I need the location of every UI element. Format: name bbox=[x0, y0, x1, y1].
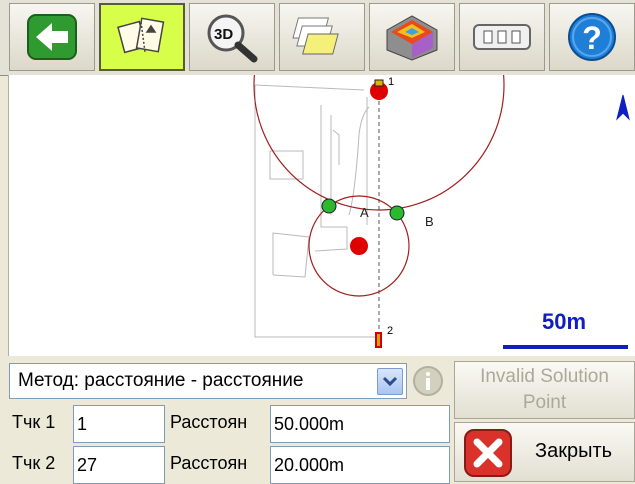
invalid-solution-label: Invalid Solution Point bbox=[480, 366, 609, 413]
solution-a-marker[interactable] bbox=[321, 198, 337, 214]
map-canvas[interactable]: 1 2 A B 50m bbox=[9, 75, 635, 356]
point2-field[interactable]: 27 bbox=[73, 446, 165, 484]
invalid-solution-button[interactable]: Invalid Solution Point bbox=[454, 361, 635, 419]
3d-label: 3D bbox=[214, 26, 233, 43]
point-2-marker[interactable] bbox=[375, 332, 382, 348]
point-2-label: 2 bbox=[387, 325, 393, 337]
map-view[interactable]: 1 2 A B 50m bbox=[8, 75, 635, 356]
north-arrow-icon bbox=[616, 94, 630, 121]
method-select-value: Метод: расстояние - расстояние bbox=[18, 370, 304, 391]
keyboard-button[interactable] bbox=[459, 3, 545, 71]
close-label: Закрыть bbox=[535, 440, 613, 462]
close-button[interactable]: Закрыть bbox=[454, 422, 635, 482]
info-button[interactable] bbox=[411, 364, 445, 398]
distance2-field[interactable]: 20.000m bbox=[270, 446, 450, 484]
surface-button[interactable] bbox=[369, 3, 455, 71]
method-dropdown-button[interactable] bbox=[377, 368, 403, 395]
help-glyph: ? bbox=[582, 20, 602, 56]
intersection-icon bbox=[117, 17, 165, 54]
layers-button[interactable] bbox=[279, 3, 365, 71]
help-icon: ? bbox=[568, 13, 616, 61]
distance2-label: Расстоян bbox=[170, 453, 248, 473]
distance1-field[interactable]: 50.000m bbox=[270, 405, 450, 443]
toolbar: 3D ? bbox=[0, 0, 635, 76]
3d-zoom-icon: 3D bbox=[207, 14, 258, 63]
back-button[interactable] bbox=[9, 3, 95, 71]
method-select[interactable]: Метод: расстояние - расстояние bbox=[9, 363, 407, 399]
close-icon bbox=[464, 429, 512, 477]
back-arrow-icon bbox=[27, 14, 77, 60]
intersection-tool-button[interactable] bbox=[99, 3, 185, 71]
layers-icon bbox=[292, 17, 339, 55]
solution-b-label: B bbox=[425, 214, 434, 229]
point1-label: Тчк 1 bbox=[12, 412, 56, 432]
point-1-label: 1 bbox=[388, 76, 394, 88]
solution-b-marker[interactable] bbox=[389, 205, 405, 221]
point-1-flag-icon bbox=[374, 79, 384, 87]
scale-label: 50m bbox=[542, 309, 586, 334]
surface-icon bbox=[386, 15, 438, 61]
bottom-panel: Метод: расстояние - расстояние Invalid S… bbox=[0, 356, 635, 484]
point1-field[interactable]: 1 bbox=[73, 405, 165, 443]
help-button[interactable]: ? bbox=[549, 3, 635, 71]
keyboard-icon bbox=[473, 24, 531, 50]
point2-label: Тчк 2 bbox=[12, 453, 56, 473]
info-icon bbox=[413, 366, 443, 396]
center-point-marker[interactable] bbox=[350, 237, 368, 255]
view-3d-button[interactable]: 3D bbox=[189, 3, 275, 71]
distance1-label: Расстоян bbox=[170, 412, 248, 432]
chevron-down-icon bbox=[382, 376, 398, 387]
solution-a-label: A bbox=[360, 205, 369, 220]
